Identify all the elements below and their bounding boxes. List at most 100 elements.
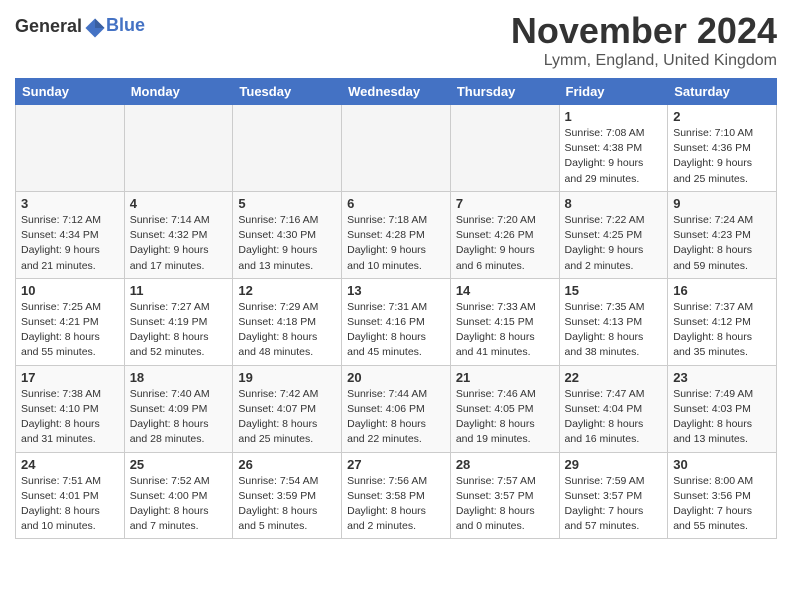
day-number: 19 [238, 370, 336, 385]
calendar-table: SundayMondayTuesdayWednesdayThursdayFrid… [15, 78, 777, 539]
week-row-3: 10 Sunrise: 7:25 AM Sunset: 4:21 PM Dayli… [16, 278, 777, 365]
calendar-cell: 29 Sunrise: 7:59 AM Sunset: 3:57 PM Dayli… [559, 452, 668, 539]
day-info: Sunrise: 7:42 AM Sunset: 4:07 PM Dayligh… [238, 387, 336, 448]
calendar-cell: 9Sunrise: 7:24 AM Sunset: 4:23 PM Daylig… [668, 191, 777, 278]
calendar-cell: 12 Sunrise: 7:29 AM Sunset: 4:18 PM Dayli… [233, 278, 342, 365]
weekday-header-friday: Friday [559, 79, 668, 105]
weekday-header-tuesday: Tuesday [233, 79, 342, 105]
week-row-5: 24Sunrise: 7:51 AM Sunset: 4:01 PM Dayli… [16, 452, 777, 539]
calendar-cell [233, 105, 342, 192]
day-number: 26 [238, 457, 336, 472]
day-number: 21 [456, 370, 554, 385]
day-number: 2 [673, 109, 771, 124]
calendar-cell: 30 Sunrise: 8:00 AM Sunset: 3:56 PM Dayli… [668, 452, 777, 539]
day-info: Sunrise: 7:12 AM Sunset: 4:34 PM Dayligh… [21, 213, 119, 274]
calendar-cell: 8 Sunrise: 7:22 AM Sunset: 4:25 PM Daylig… [559, 191, 668, 278]
week-row-4: 17Sunrise: 7:38 AM Sunset: 4:10 PM Dayli… [16, 365, 777, 452]
weekday-header-saturday: Saturday [668, 79, 777, 105]
day-info: Sunrise: 7:14 AM Sunset: 4:32 PM Dayligh… [130, 213, 228, 274]
day-number: 14 [456, 283, 554, 298]
logo-blue-text: Blue [106, 15, 145, 36]
day-number: 10 [21, 283, 119, 298]
day-info: Sunrise: 7:22 AM Sunset: 4:25 PM Dayligh… [565, 213, 663, 274]
calendar-cell: 2 Sunrise: 7:10 AM Sunset: 4:36 PM Daylig… [668, 105, 777, 192]
calendar-cell: 13 Sunrise: 7:31 AM Sunset: 4:16 PM Dayli… [342, 278, 451, 365]
calendar-cell [450, 105, 559, 192]
weekday-header-wednesday: Wednesday [342, 79, 451, 105]
calendar-cell: 28 Sunrise: 7:57 AM Sunset: 3:57 PM Dayli… [450, 452, 559, 539]
calendar-cell: 23 Sunrise: 7:49 AM Sunset: 4:03 PM Dayli… [668, 365, 777, 452]
day-number: 28 [456, 457, 554, 472]
day-info: Sunrise: 7:49 AM Sunset: 4:03 PM Dayligh… [673, 387, 771, 448]
weekday-header-row: SundayMondayTuesdayWednesdayThursdayFrid… [16, 79, 777, 105]
day-info: Sunrise: 7:33 AM Sunset: 4:15 PM Dayligh… [456, 300, 554, 361]
day-info: Sunrise: 7:37 AM Sunset: 4:12 PM Dayligh… [673, 300, 771, 361]
day-number: 20 [347, 370, 445, 385]
day-number: 13 [347, 283, 445, 298]
day-info: Sunrise: 7:59 AM Sunset: 3:57 PM Dayligh… [565, 474, 663, 535]
day-info: Sunrise: 7:10 AM Sunset: 4:36 PM Dayligh… [673, 126, 771, 187]
day-number: 23 [673, 370, 771, 385]
calendar-cell: 5 Sunrise: 7:16 AM Sunset: 4:30 PM Daylig… [233, 191, 342, 278]
calendar-cell: 26 Sunrise: 7:54 AM Sunset: 3:59 PM Dayli… [233, 452, 342, 539]
calendar-cell: 14 Sunrise: 7:33 AM Sunset: 4:15 PM Dayli… [450, 278, 559, 365]
week-row-2: 3 Sunrise: 7:12 AM Sunset: 4:34 PM Daylig… [16, 191, 777, 278]
calendar-cell: 24Sunrise: 7:51 AM Sunset: 4:01 PM Dayli… [16, 452, 125, 539]
day-info: Sunrise: 8:00 AM Sunset: 3:56 PM Dayligh… [673, 474, 771, 535]
calendar-cell: 3 Sunrise: 7:12 AM Sunset: 4:34 PM Daylig… [16, 191, 125, 278]
day-info: Sunrise: 7:57 AM Sunset: 3:57 PM Dayligh… [456, 474, 554, 535]
calendar-cell: 27Sunrise: 7:56 AM Sunset: 3:58 PM Dayli… [342, 452, 451, 539]
day-info: Sunrise: 7:08 AM Sunset: 4:38 PM Dayligh… [565, 126, 663, 187]
calendar-cell: 16 Sunrise: 7:37 AM Sunset: 4:12 PM Dayli… [668, 278, 777, 365]
day-info: Sunrise: 7:47 AM Sunset: 4:04 PM Dayligh… [565, 387, 663, 448]
day-info: Sunrise: 7:51 AM Sunset: 4:01 PM Dayligh… [21, 474, 119, 535]
title-area: November 2024 Lymm, England, United King… [511, 10, 777, 70]
day-number: 8 [565, 196, 663, 211]
weekday-header-monday: Monday [124, 79, 233, 105]
day-info: Sunrise: 7:16 AM Sunset: 4:30 PM Dayligh… [238, 213, 336, 274]
day-info: Sunrise: 7:56 AM Sunset: 3:58 PM Dayligh… [347, 474, 445, 535]
day-info: Sunrise: 7:31 AM Sunset: 4:16 PM Dayligh… [347, 300, 445, 361]
day-number: 15 [565, 283, 663, 298]
day-number: 16 [673, 283, 771, 298]
calendar-cell: 18 Sunrise: 7:40 AM Sunset: 4:09 PM Dayli… [124, 365, 233, 452]
day-number: 4 [130, 196, 228, 211]
day-number: 1 [565, 109, 663, 124]
logo-general: General [15, 16, 82, 36]
weekday-header-sunday: Sunday [16, 79, 125, 105]
logo: General Blue [15, 16, 145, 39]
day-number: 11 [130, 283, 228, 298]
weekday-header-thursday: Thursday [450, 79, 559, 105]
day-info: Sunrise: 7:54 AM Sunset: 3:59 PM Dayligh… [238, 474, 336, 535]
day-number: 12 [238, 283, 336, 298]
calendar-cell: 25Sunrise: 7:52 AM Sunset: 4:00 PM Dayli… [124, 452, 233, 539]
day-info: Sunrise: 7:29 AM Sunset: 4:18 PM Dayligh… [238, 300, 336, 361]
day-number: 29 [565, 457, 663, 472]
location-title: Lymm, England, United Kingdom [511, 52, 777, 70]
day-info: Sunrise: 7:25 AM Sunset: 4:21 PM Dayligh… [21, 300, 119, 361]
week-row-1: 1 Sunrise: 7:08 AM Sunset: 4:38 PM Daylig… [16, 105, 777, 192]
day-number: 30 [673, 457, 771, 472]
calendar-cell: 4 Sunrise: 7:14 AM Sunset: 4:32 PM Daylig… [124, 191, 233, 278]
month-title: November 2024 [511, 10, 777, 52]
calendar-cell: 17Sunrise: 7:38 AM Sunset: 4:10 PM Dayli… [16, 365, 125, 452]
day-number: 22 [565, 370, 663, 385]
calendar-cell [342, 105, 451, 192]
day-info: Sunrise: 7:40 AM Sunset: 4:09 PM Dayligh… [130, 387, 228, 448]
day-info: Sunrise: 7:20 AM Sunset: 4:26 PM Dayligh… [456, 213, 554, 274]
day-number: 3 [21, 196, 119, 211]
calendar-cell: 19 Sunrise: 7:42 AM Sunset: 4:07 PM Dayli… [233, 365, 342, 452]
day-number: 18 [130, 370, 228, 385]
calendar-cell: 6Sunrise: 7:18 AM Sunset: 4:28 PM Daylig… [342, 191, 451, 278]
calendar-cell: 11Sunrise: 7:27 AM Sunset: 4:19 PM Dayli… [124, 278, 233, 365]
day-number: 25 [130, 457, 228, 472]
day-number: 6 [347, 196, 445, 211]
calendar-cell: 21 Sunrise: 7:46 AM Sunset: 4:05 PM Dayli… [450, 365, 559, 452]
day-number: 17 [21, 370, 119, 385]
calendar-cell: 22 Sunrise: 7:47 AM Sunset: 4:04 PM Dayli… [559, 365, 668, 452]
calendar-cell: 1 Sunrise: 7:08 AM Sunset: 4:38 PM Daylig… [559, 105, 668, 192]
day-number: 5 [238, 196, 336, 211]
day-info: Sunrise: 7:46 AM Sunset: 4:05 PM Dayligh… [456, 387, 554, 448]
day-number: 9 [673, 196, 771, 211]
calendar-cell: 10 Sunrise: 7:25 AM Sunset: 4:21 PM Dayli… [16, 278, 125, 365]
